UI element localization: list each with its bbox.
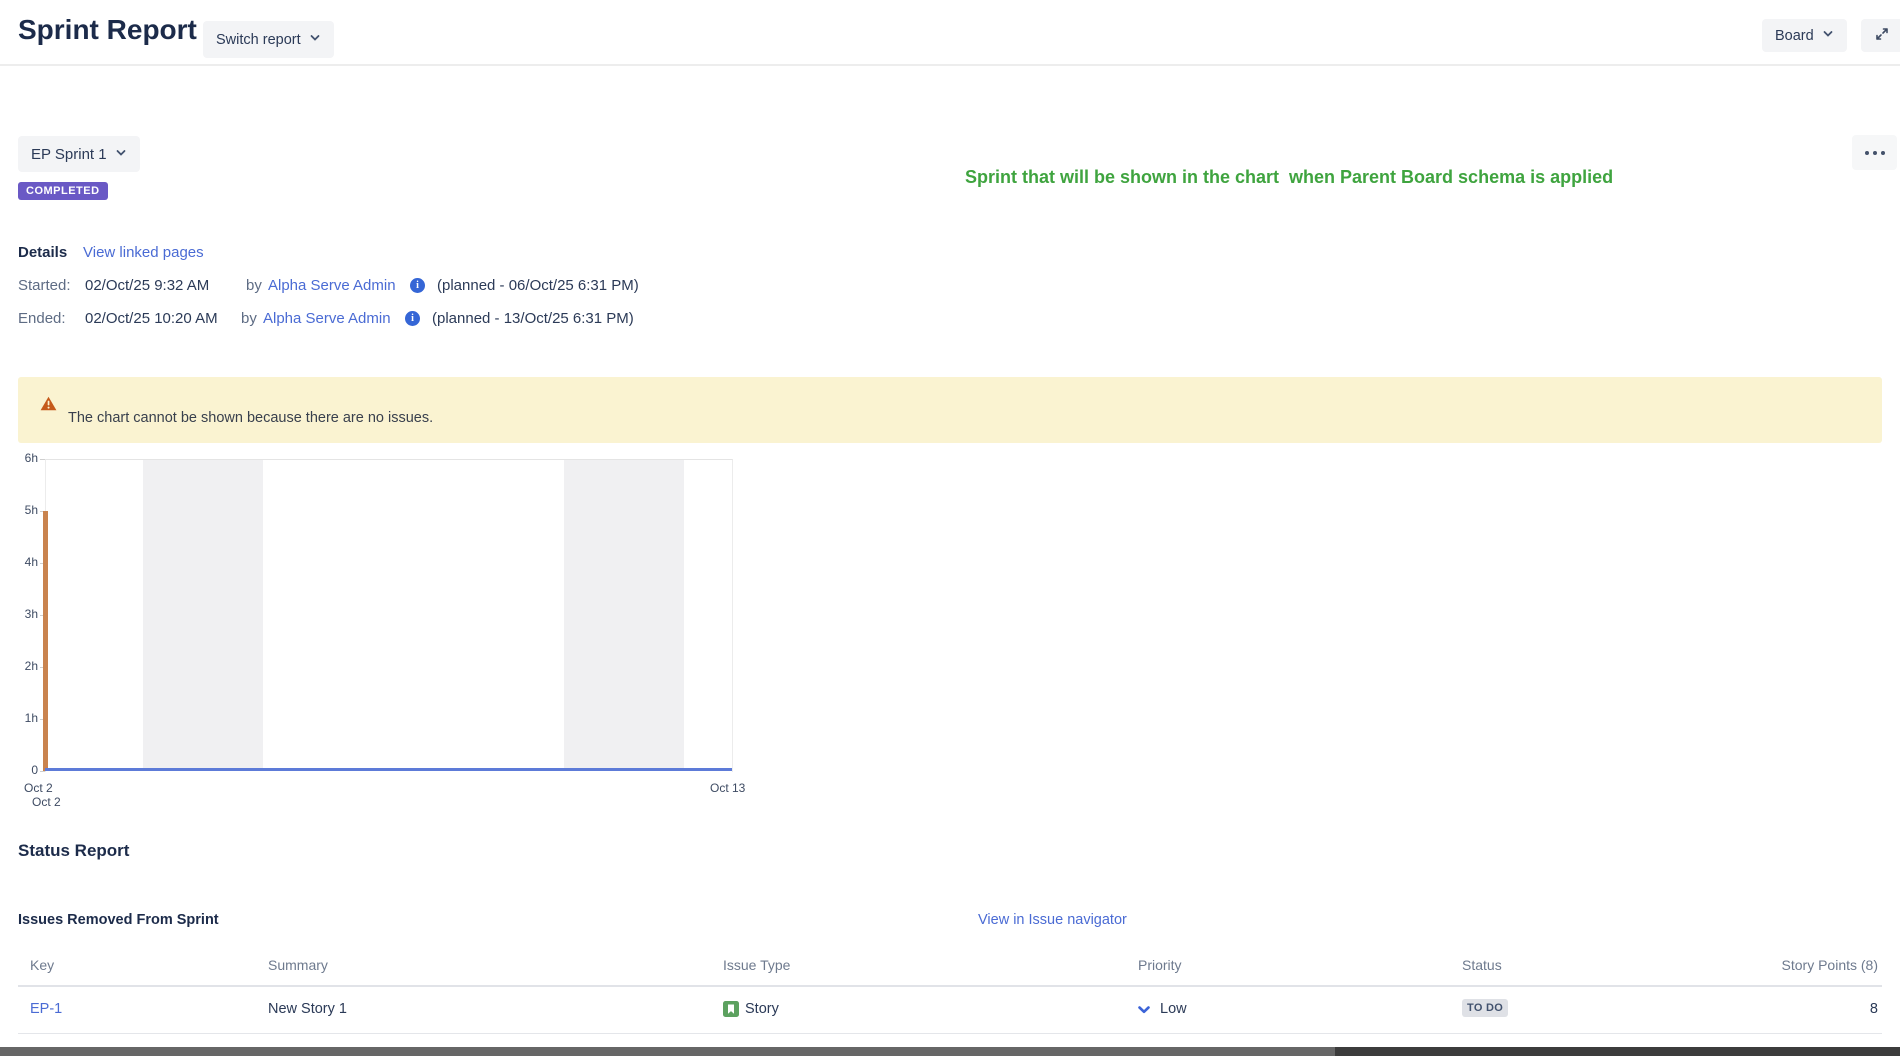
non-working-days-band <box>143 460 263 771</box>
column-header-priority: Priority <box>1138 957 1182 973</box>
ended-planned: (planned - 13/Oct/25 6:31 PM) <box>432 310 634 327</box>
zero-baseline-series <box>45 768 732 771</box>
warning-message: The chart cannot be shown because there … <box>68 410 433 426</box>
board-button[interactable]: Board <box>1762 19 1847 52</box>
view-in-issue-navigator-link[interactable]: View in Issue navigator <box>978 912 1127 928</box>
chevron-down-icon <box>115 146 127 163</box>
started-user-link[interactable]: Alpha Serve Admin <box>268 277 396 294</box>
ended-user-link[interactable]: Alpha Serve Admin <box>263 310 391 327</box>
expand-button[interactable] <box>1861 19 1900 52</box>
column-header-summary: Summary <box>268 957 328 973</box>
x-tick-label: Oct 2 <box>32 795 61 809</box>
y-tick-label: 6h <box>0 451 38 465</box>
issue-summary: New Story 1 <box>268 1001 347 1017</box>
story-icon <box>723 1001 739 1021</box>
diagonal-arrows-icon <box>1874 26 1890 46</box>
info-icon[interactable]: i <box>405 311 420 326</box>
y-tick-label: 3h <box>0 607 38 621</box>
sprint-burndown-chart: 6h 5h 4h 3h 2h 1h 0 Oct 2 Oct 2 Oct 13 <box>0 450 780 830</box>
status-lozenge: TO DO <box>1462 999 1508 1015</box>
more-actions-button[interactable] <box>1852 135 1897 170</box>
remaining-time-series <box>43 511 48 771</box>
chevron-down-icon <box>1822 28 1834 44</box>
started-date: 02/Oct/25 9:32 AM <box>85 277 209 294</box>
x-tick-label: Oct 13 <box>710 781 745 795</box>
table-row: EP-1 New Story 1 Story Low TO DO 8 <box>18 987 1882 1034</box>
status-report-heading: Status Report <box>18 841 129 861</box>
table-header-row: Key Summary Issue Type Priority Status S… <box>18 947 1882 987</box>
y-tick-label: 0 <box>0 763 38 777</box>
ended-label: Ended: <box>18 310 66 327</box>
sprint-selector[interactable]: EP Sprint 1 <box>18 136 140 172</box>
warning-banner: The chart cannot be shown because there … <box>18 377 1882 443</box>
y-tick-label: 5h <box>0 503 38 517</box>
window-bottom-edge <box>0 1047 1335 1056</box>
report-header: Sprint Report Switch report Board <box>0 0 1900 66</box>
started-by-label: by <box>246 277 262 294</box>
column-header-story-points: Story Points (8) <box>1782 957 1878 973</box>
switch-report-label: Switch report <box>216 32 301 48</box>
warning-triangle-icon <box>40 396 57 416</box>
priority-low-icon <box>1136 1002 1152 1022</box>
window-bottom-edge <box>1335 1047 1900 1056</box>
y-tick-label: 2h <box>0 659 38 673</box>
ended-by-label: by <box>241 310 257 327</box>
issues-removed-title: Issues Removed From Sprint <box>18 912 219 928</box>
details-heading: Details <box>18 244 67 261</box>
chart-plot-area <box>45 459 733 772</box>
started-planned: (planned - 06/Oct/25 6:31 PM) <box>437 277 639 294</box>
column-header-issue-type: Issue Type <box>723 957 790 973</box>
sprint-selector-label: EP Sprint 1 <box>31 146 107 163</box>
sprint-status-badge: COMPLETED <box>18 182 108 200</box>
priority-label: Low <box>1160 1001 1187 1017</box>
x-tick-label: Oct 2 <box>24 781 53 795</box>
info-icon[interactable]: i <box>410 278 425 293</box>
view-linked-pages-link[interactable]: View linked pages <box>83 244 204 261</box>
annotation-note: Sprint that will be shown in the chart w… <box>965 167 1613 188</box>
story-points-value: 8 <box>1870 1001 1878 1017</box>
y-tick-label: 4h <box>0 555 38 569</box>
non-working-days-band <box>564 460 684 771</box>
board-label: Board <box>1775 28 1814 44</box>
issue-key-link[interactable]: EP-1 <box>30 1001 62 1017</box>
ended-date: 02/Oct/25 10:20 AM <box>85 310 218 327</box>
page-title: Sprint Report <box>18 14 197 46</box>
column-header-status: Status <box>1462 957 1502 973</box>
issues-removed-table: Key Summary Issue Type Priority Status S… <box>18 947 1882 1034</box>
chevron-down-icon <box>309 32 321 48</box>
issue-type-label: Story <box>745 1001 779 1017</box>
switch-report-button[interactable]: Switch report <box>203 21 334 58</box>
ellipsis-icon <box>1865 151 1869 155</box>
column-header-key: Key <box>30 957 54 973</box>
y-tick-label: 1h <box>0 711 38 725</box>
started-label: Started: <box>18 277 71 294</box>
